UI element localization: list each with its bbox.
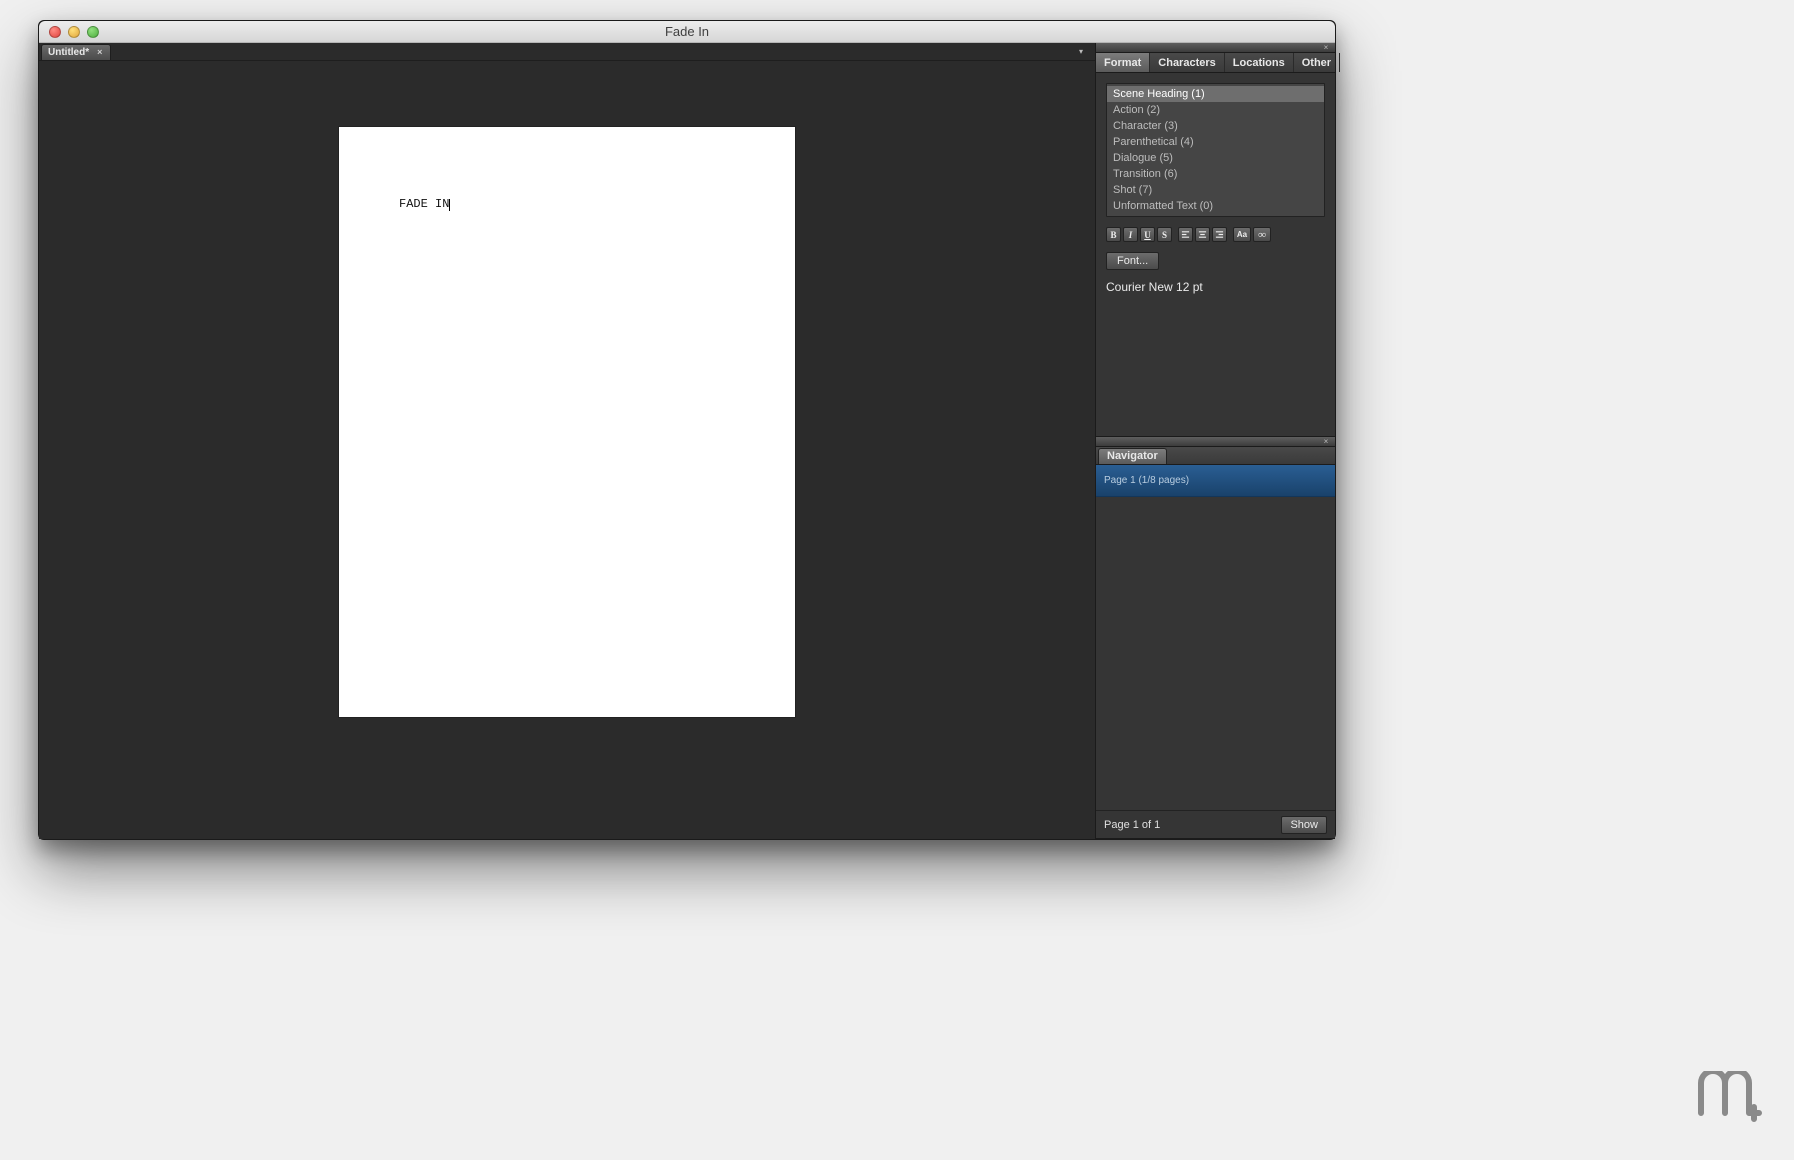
document-tab-bar: Untitled* × ▾ — [39, 43, 1095, 61]
page-canvas[interactable]: FADE IN — [39, 61, 1095, 839]
strike-button[interactable]: S — [1157, 227, 1172, 242]
bold-button[interactable]: B — [1106, 227, 1121, 242]
tab-characters[interactable]: Characters — [1150, 53, 1224, 72]
navigator-panel-close-icon[interactable]: × — [1321, 437, 1331, 447]
tab-locations[interactable]: Locations — [1225, 53, 1294, 72]
navigator-footer: Page 1 of 1 Show — [1096, 810, 1335, 838]
align-right-button[interactable] — [1212, 227, 1227, 242]
tab-format[interactable]: Format — [1096, 53, 1150, 72]
tab-other[interactable]: Other — [1294, 53, 1340, 72]
format-toolbar: B I U S — [1106, 227, 1325, 242]
element-dialogue[interactable]: Dialogue (5) — [1107, 150, 1324, 166]
link-button[interactable]: ∞ — [1253, 227, 1271, 242]
navigator-panel-header: × — [1096, 437, 1335, 447]
element-unformatted[interactable]: Unformatted Text (0) — [1107, 198, 1324, 214]
document-tab-label: Untitled* — [48, 47, 89, 58]
align-center-button[interactable] — [1195, 227, 1210, 242]
format-panel: × Format Characters Locations Other Scen… — [1096, 43, 1335, 437]
script-text[interactable]: FADE IN — [399, 197, 450, 211]
titlebar: Fade In — [39, 21, 1335, 43]
element-scene-heading[interactable]: Scene Heading (1) — [1107, 86, 1324, 102]
font-display: Courier New 12 pt — [1106, 280, 1325, 294]
navigator-panel: × Navigator Page 1 (1/8 pages) Page 1 of… — [1096, 437, 1335, 839]
app-window: Fade In Untitled* × ▾ FADE IN — [38, 20, 1336, 840]
tab-overflow-icon[interactable]: ▾ — [1079, 47, 1089, 57]
window-title: Fade In — [39, 24, 1335, 39]
format-panel-close-icon[interactable]: × — [1321, 43, 1331, 53]
format-panel-header: × — [1096, 43, 1335, 53]
watermark-logo — [1696, 1071, 1766, 1144]
navigator-list[interactable]: Page 1 (1/8 pages) — [1096, 465, 1335, 810]
underline-button[interactable]: U — [1140, 227, 1155, 242]
font-button[interactable]: Font... — [1106, 252, 1159, 270]
show-button[interactable]: Show — [1281, 816, 1327, 834]
element-shot[interactable]: Shot (7) — [1107, 182, 1324, 198]
navigator-tab-bar: Navigator — [1096, 447, 1335, 465]
script-page[interactable]: FADE IN — [339, 127, 795, 717]
element-parenthetical[interactable]: Parenthetical (4) — [1107, 134, 1324, 150]
sidebar-tabs: Format Characters Locations Other — [1096, 53, 1335, 73]
tab-navigator[interactable]: Navigator — [1098, 448, 1167, 464]
italic-button[interactable]: I — [1123, 227, 1138, 242]
element-transition[interactable]: Transition (6) — [1107, 166, 1324, 182]
sidebar: × Format Characters Locations Other Scen… — [1095, 43, 1335, 839]
element-action[interactable]: Action (2) — [1107, 102, 1324, 118]
document-tab[interactable]: Untitled* × — [41, 44, 111, 60]
element-type-list[interactable]: Scene Heading (1) Action (2) Character (… — [1106, 83, 1325, 217]
case-button[interactable]: Aa — [1233, 227, 1251, 242]
editor-region: Untitled* × ▾ FADE IN — [39, 43, 1095, 839]
navigator-item[interactable]: Page 1 (1/8 pages) — [1096, 465, 1335, 497]
align-left-button[interactable] — [1178, 227, 1193, 242]
element-character[interactable]: Character (3) — [1107, 118, 1324, 134]
page-indicator: Page 1 of 1 — [1104, 819, 1160, 831]
close-tab-icon[interactable]: × — [97, 47, 102, 57]
